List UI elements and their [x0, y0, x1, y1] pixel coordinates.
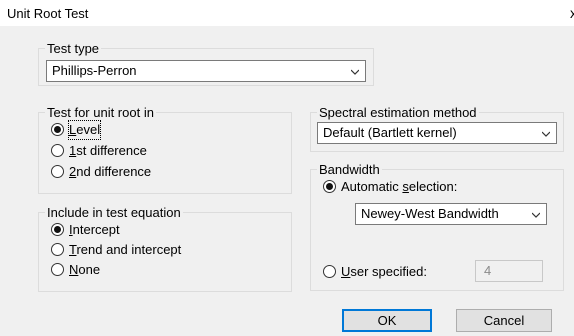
- radio-none-label: None: [69, 262, 101, 277]
- include-equation-group: Include in test equation Intercept Trend…: [38, 205, 292, 292]
- unit-root-group: Test for unit root in Level 1st differen…: [38, 105, 292, 194]
- radio-level-label: Level: [67, 120, 102, 140]
- spectral-legend: Spectral estimation method: [317, 105, 479, 120]
- radio-dot: [54, 126, 61, 133]
- radio-dot: [54, 226, 61, 233]
- bandwidth-method-value: Newey-West Bandwidth: [361, 206, 499, 221]
- radio-circle: [51, 243, 64, 256]
- test-type-dropdown[interactable]: Phillips-Perron: [46, 60, 366, 82]
- radio-user-specified-label: User specified:: [341, 264, 427, 279]
- chevron-down-icon: [542, 131, 550, 137]
- spectral-group: Spectral estimation method Default (Bart…: [310, 105, 564, 152]
- radio-circle: [51, 165, 64, 178]
- cancel-button[interactable]: Cancel: [456, 309, 552, 332]
- window-title: Unit Root Test: [7, 6, 89, 21]
- radio-circle: [51, 144, 64, 157]
- radio-dot: [326, 183, 333, 190]
- user-bandwidth-input[interactable]: 4: [475, 260, 543, 282]
- bandwidth-legend: Bandwidth: [317, 162, 382, 177]
- radio-circle: [51, 263, 64, 276]
- radio-intercept-label: Intercept: [69, 222, 120, 237]
- ok-button[interactable]: OK: [342, 309, 432, 332]
- spectral-method-dropdown[interactable]: Default (Bartlett kernel): [317, 122, 557, 144]
- bandwidth-group: Bandwidth Automatic selection: Newey-Wes…: [310, 162, 564, 291]
- dialog-body: Test type Phillips-Perron Test for unit …: [0, 26, 574, 336]
- test-type-group: Test type Phillips-Perron: [38, 41, 374, 86]
- radio-circle: [51, 223, 64, 236]
- radio-circle: [323, 265, 336, 278]
- radio-circle: [323, 180, 336, 193]
- radio-circle: [51, 123, 64, 136]
- unit-root-legend: Test for unit root in: [45, 105, 156, 120]
- test-type-legend: Test type: [45, 41, 102, 56]
- radio-automatic-selection-label: Automatic selection:: [341, 179, 458, 194]
- radio-trend-and-intercept-label: Trend and intercept: [69, 242, 182, 257]
- bandwidth-method-dropdown[interactable]: Newey-West Bandwidth: [355, 203, 547, 225]
- title-bar: Unit Root Test x: [0, 0, 574, 26]
- spectral-method-value: Default (Bartlett kernel): [323, 125, 457, 140]
- close-icon[interactable]: x: [570, 5, 574, 21]
- radio-2nd-difference-label: 2nd difference: [69, 164, 152, 179]
- chevron-down-icon: [532, 212, 540, 218]
- include-equation-legend: Include in test equation: [45, 205, 183, 220]
- test-type-value: Phillips-Perron: [52, 63, 137, 78]
- radio-1st-difference-label: 1st difference: [69, 143, 147, 158]
- chevron-down-icon: [351, 69, 359, 75]
